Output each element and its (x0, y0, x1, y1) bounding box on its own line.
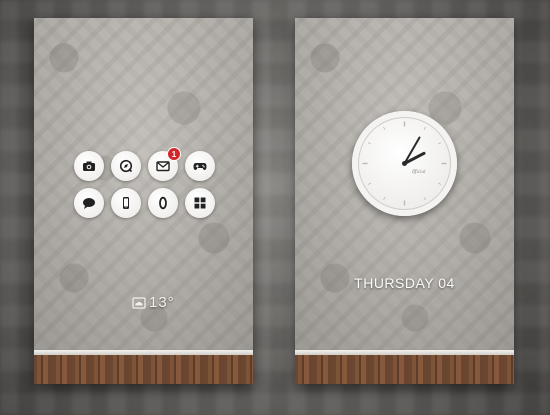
gamepad-icon (193, 163, 207, 170)
home-screen-right: Ifficial THURSDAY 04 (295, 18, 514, 384)
clock-tick (367, 142, 371, 145)
mail-icon (156, 161, 170, 172)
notification-badge: 1 (167, 147, 181, 161)
camera-icon (83, 161, 95, 171)
app-drawer-button[interactable] (185, 188, 215, 218)
clock-tick (383, 197, 386, 201)
messages-app-button[interactable] (74, 188, 104, 218)
browser-icon (159, 196, 167, 210)
wood-floor (34, 355, 253, 384)
clock-tick (383, 126, 386, 130)
compass-app-button[interactable] (111, 151, 141, 181)
clock-pin (402, 161, 407, 166)
clock-tick (423, 126, 426, 130)
cloud-icon (132, 296, 146, 309)
phone-app-button[interactable] (111, 188, 141, 218)
clock-brand: Ifficial (411, 170, 426, 175)
camera-app-button[interactable] (74, 151, 104, 181)
clock-tick (367, 182, 371, 185)
browser-app-button[interactable] (148, 188, 178, 218)
clock-tick (438, 142, 442, 145)
chat-icon (83, 198, 95, 209)
clock-tick (423, 197, 426, 201)
phone-icon (123, 197, 129, 209)
temperature: 13° (149, 294, 175, 311)
mail-app-button[interactable]: 1 (148, 147, 181, 181)
analog-clock-widget[interactable]: Ifficial (352, 111, 457, 216)
compass-icon (119, 159, 133, 173)
date-label: THURSDAY 04 (354, 275, 455, 291)
clock-face: Ifficial (362, 121, 447, 206)
games-app-button[interactable] (185, 151, 215, 181)
clock-tick (438, 182, 442, 185)
home-screen-left: 1 13° (34, 18, 253, 384)
app-grid: 1 (74, 147, 215, 218)
grid-icon (194, 197, 206, 209)
weather-widget[interactable]: 13° (132, 294, 175, 311)
wood-floor (295, 355, 514, 384)
